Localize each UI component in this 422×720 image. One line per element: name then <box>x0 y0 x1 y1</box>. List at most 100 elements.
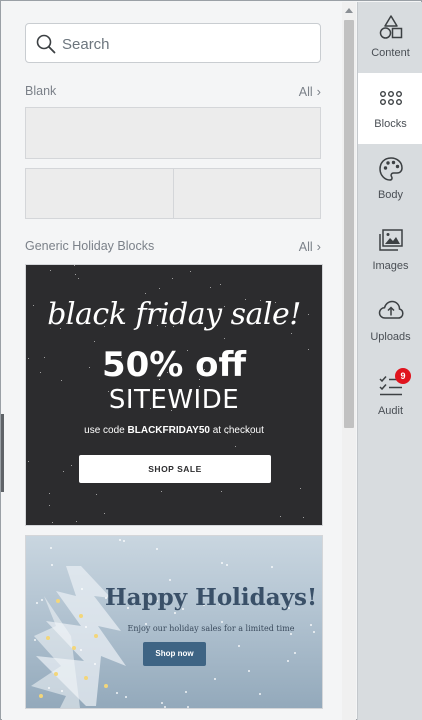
snowflake <box>51 564 53 566</box>
star-dot <box>49 505 50 506</box>
happy-holidays-block[interactable]: Happy Holidays! Enjoy our holiday sales … <box>25 535 323 709</box>
snowflake <box>248 670 250 672</box>
star-dot <box>94 341 95 342</box>
cloud-upload-icon <box>378 300 404 319</box>
star-dot <box>221 491 222 492</box>
star-dot <box>74 265 75 266</box>
snowflake <box>116 692 118 694</box>
snowflake <box>164 706 166 708</box>
tab-label: Body <box>377 189 404 201</box>
block-title: Happy Holidays! <box>104 584 318 611</box>
star-dot <box>190 271 191 272</box>
star-dot <box>50 270 51 271</box>
star-dot <box>172 278 173 279</box>
shapes-icon <box>379 15 403 39</box>
snowflake <box>187 706 189 708</box>
snowflake <box>290 633 292 635</box>
star-dot <box>161 491 162 492</box>
scrollbar-thumb[interactable] <box>344 20 354 428</box>
shop-sale-button: SHOP SALE <box>79 455 271 483</box>
section-title: Generic Holiday Blocks <box>25 239 155 253</box>
view-all-label: All <box>298 85 313 99</box>
snowflake <box>174 612 176 614</box>
snowflake <box>271 566 273 568</box>
tab-uploads[interactable]: Uploads <box>358 286 422 357</box>
star-dot <box>280 516 281 517</box>
tool-sidebar: Content Blocks Body Images Uploads 9 Aud… <box>357 2 422 720</box>
snowflake <box>161 702 163 704</box>
snowflake <box>221 621 223 623</box>
chevron-right-icon: › <box>316 239 321 254</box>
star-dot <box>291 333 292 334</box>
search-input[interactable]: Search <box>62 36 110 53</box>
view-all-link[interactable]: All › <box>299 84 321 99</box>
block-discount: 50% off <box>101 345 247 385</box>
search-box[interactable]: Search <box>25 23 321 63</box>
block-promo-code: use code BLACKFRIDAY50 at checkout <box>26 425 322 436</box>
tab-content[interactable]: Content <box>358 2 422 73</box>
tab-label: Audit <box>377 405 404 417</box>
snowflake <box>41 599 43 601</box>
snowflake <box>61 690 63 692</box>
snowflake <box>36 602 38 604</box>
snowflake <box>226 564 228 566</box>
palette-icon <box>379 157 403 181</box>
tab-label: Blocks <box>374 118 407 130</box>
tab-images[interactable]: Images <box>358 215 422 286</box>
star-dot <box>76 521 77 522</box>
snowflake <box>123 540 125 542</box>
star-dot <box>224 338 225 339</box>
snowflake <box>34 639 36 641</box>
section-title: Blank <box>25 84 57 98</box>
view-all-label: All <box>298 240 313 254</box>
view-all-link[interactable]: All › <box>299 239 321 254</box>
snowflake <box>119 539 121 541</box>
star-dot <box>300 488 301 489</box>
snowflake <box>259 693 261 695</box>
tab-blocks[interactable]: Blocks <box>358 73 422 144</box>
block-headline: black friday sale! <box>47 297 301 332</box>
panel-resize-handle[interactable] <box>1 414 4 492</box>
snowflake <box>125 696 127 698</box>
star-dot <box>220 284 221 285</box>
snowflake <box>185 691 187 693</box>
section-header-holiday: Generic Holiday Blocks All › <box>25 239 321 255</box>
blank-block-one-column[interactable] <box>25 107 321 159</box>
black-friday-block[interactable]: black friday sale! 50% off SITEWIDE use … <box>25 264 323 526</box>
star-dot <box>28 461 29 462</box>
promo-suffix: at checkout <box>209 425 264 436</box>
snowflake <box>238 645 240 647</box>
star-dot <box>78 278 79 279</box>
star-dot <box>104 513 105 514</box>
scroll-up-arrow-icon[interactable] <box>345 8 353 13</box>
block-subtitle: Enjoy our holiday sales for a limited ti… <box>127 624 295 633</box>
snowflake <box>94 663 96 665</box>
snowflake <box>48 687 50 689</box>
star-dot <box>235 446 236 447</box>
star-dot <box>75 274 76 275</box>
grid-dots-icon <box>380 90 403 105</box>
blank-block-two-column-left[interactable] <box>25 168 174 219</box>
shop-now-button: Shop now <box>143 642 206 666</box>
snowflake <box>80 649 82 651</box>
images-icon <box>379 229 403 251</box>
star-dot <box>49 493 50 494</box>
snowflake <box>169 579 171 581</box>
search-icon <box>36 34 56 54</box>
vertical-scrollbar[interactable] <box>342 2 356 720</box>
tab-body[interactable]: Body <box>358 144 422 215</box>
promo-prefix: use code <box>84 425 128 436</box>
star-dot <box>159 288 160 289</box>
star-dot <box>52 522 53 523</box>
tab-audit[interactable]: 9 Audit <box>358 360 422 431</box>
snowflake <box>287 660 289 662</box>
chevron-right-icon: › <box>316 84 321 99</box>
star-dot <box>210 287 211 288</box>
star-dot <box>71 465 72 466</box>
promo-code: BLACKFRIDAY50 <box>127 425 210 436</box>
snowflake <box>156 548 158 550</box>
blank-block-two-column-right[interactable] <box>173 168 321 219</box>
tab-label: Uploads <box>370 331 411 343</box>
audit-count-badge: 9 <box>395 368 411 384</box>
section-header-blank: Blank All › <box>25 84 321 100</box>
